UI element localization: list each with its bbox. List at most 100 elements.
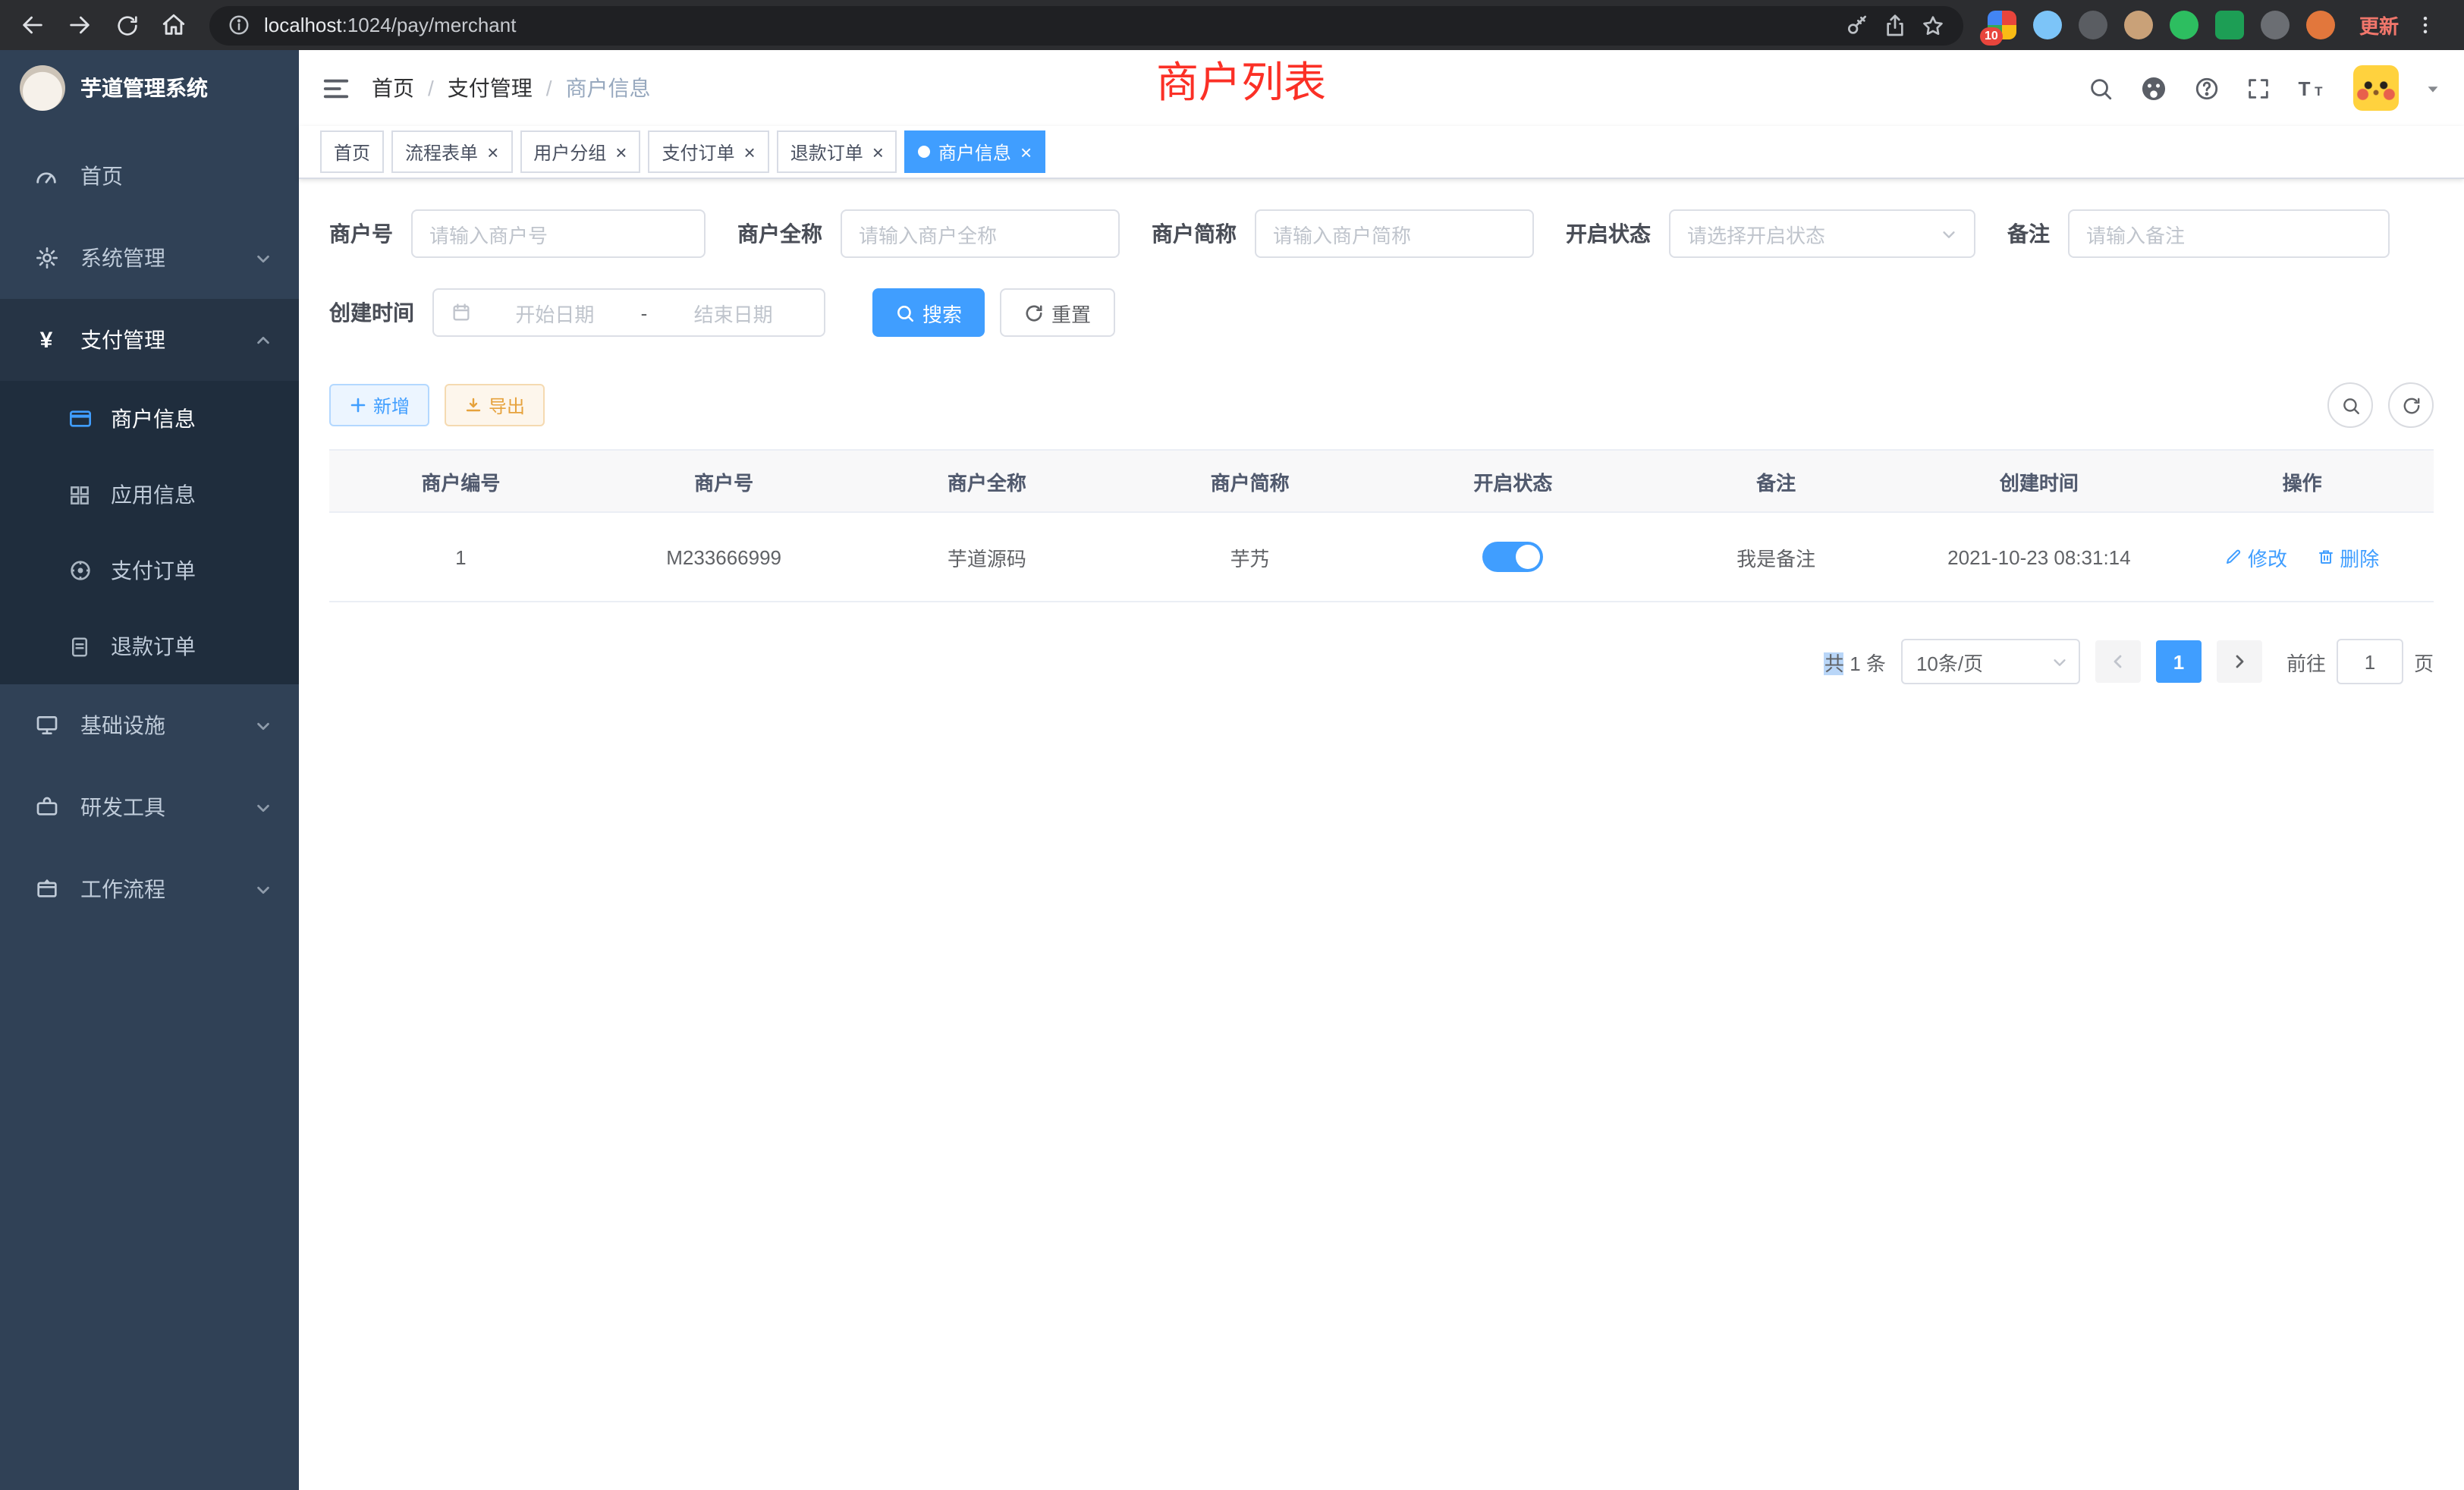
reset-button[interactable]: 重置 <box>1000 288 1115 337</box>
extension-avatar-icon[interactable] <box>2124 11 2153 39</box>
github-icon[interactable] <box>2139 74 2168 102</box>
pagination: 共 1 条 10条/页 1 <box>329 639 2434 684</box>
next-page-button[interactable] <box>2217 640 2262 683</box>
extension-green-square-icon[interactable] <box>2215 11 2244 39</box>
page-size-select[interactable]: 10条/页 <box>1901 639 2080 684</box>
tab-label: 支付订单 <box>662 139 734 165</box>
tab-merchant-info[interactable]: 商户信息 × <box>905 130 1045 173</box>
export-button[interactable]: 导出 <box>445 384 545 426</box>
edit-link[interactable]: 修改 <box>2225 542 2287 571</box>
sidebar-item-system[interactable]: 系统管理 <box>0 217 299 299</box>
browser-toolbar: localhost:1024/pay/merchant 10 更新 <box>0 0 2464 50</box>
remark-input[interactable]: 请输入备注 <box>2068 209 2390 258</box>
extension-dark-icon[interactable] <box>2079 11 2107 39</box>
tab-user-group[interactable]: 用户分组 × <box>520 130 640 173</box>
add-button[interactable]: 新增 <box>329 384 429 426</box>
toggle-search-button[interactable] <box>2327 382 2373 428</box>
share-icon[interactable] <box>1883 13 1907 37</box>
sidebar-item-dev-tools[interactable]: 研发工具 <box>0 766 299 848</box>
merchant-no-input[interactable]: 请输入商户号 <box>411 209 706 258</box>
column-header: 备注 <box>1645 450 1908 512</box>
bookmark-star-icon[interactable] <box>1921 13 1945 37</box>
user-avatar[interactable] <box>2353 65 2399 111</box>
svg-text:T: T <box>2315 83 2323 98</box>
app-title: 芋道管理系统 <box>80 73 208 103</box>
sidebar: 芋道管理系统 首页 系统管理 <box>0 50 299 1490</box>
tab-refund-orders[interactable]: 退款订单 × <box>777 130 897 173</box>
font-size-icon[interactable]: TT <box>2297 75 2327 101</box>
date-range-picker[interactable]: 开始日期 - 结束日期 <box>432 288 825 337</box>
credit-card-icon <box>67 407 93 431</box>
search-icon[interactable] <box>2088 75 2114 101</box>
merchant-short-input[interactable]: 请输入商户简称 <box>1255 209 1534 258</box>
extension-profile-icon[interactable] <box>2306 11 2335 39</box>
cell-remark: 我是备注 <box>1645 512 1908 602</box>
merchant-no-label: 商户号 <box>329 218 393 249</box>
active-dot-icon <box>919 146 931 158</box>
sidebar-item-app-info[interactable]: 应用信息 <box>0 457 299 533</box>
calendar-icon <box>451 302 472 323</box>
sidebar-item-label: 研发工具 <box>80 792 234 822</box>
merchant-table: 商户编号 商户号 商户全称 商户简称 开启状态 备注 创建时间 操作 1 <box>329 449 2434 602</box>
sidebar-item-merchant-info[interactable]: 商户信息 <box>0 381 299 457</box>
sidebar-toggle-icon[interactable] <box>322 74 350 102</box>
close-icon[interactable]: × <box>744 142 756 162</box>
delete-link[interactable]: 删除 <box>2317 542 2379 571</box>
sidebar-item-pay-orders[interactable]: 支付订单 <box>0 533 299 608</box>
end-date-placeholder: 结束日期 <box>659 298 807 327</box>
sidebar-item-payment[interactable]: ¥ 支付管理 <box>0 299 299 381</box>
close-icon[interactable]: × <box>487 142 498 162</box>
sidebar-menu: 首页 系统管理 ¥ 支付管理 <box>0 126 299 930</box>
extension-grid-icon[interactable]: 10 <box>1988 11 2016 39</box>
address-bar[interactable]: localhost:1024/pay/merchant <box>209 5 1963 45</box>
total-count: 共 1 条 <box>1824 647 1886 676</box>
extension-green-circle-icon[interactable] <box>2170 11 2198 39</box>
sidebar-item-infrastructure[interactable]: 基础设施 <box>0 684 299 766</box>
close-icon[interactable]: × <box>615 142 627 162</box>
fullscreen-icon[interactable] <box>2246 75 2271 101</box>
browser-menu-icon[interactable] <box>2405 5 2446 46</box>
prev-page-button[interactable] <box>2095 640 2141 683</box>
goto-page-input[interactable]: 1 <box>2337 639 2403 684</box>
breadcrumb-home[interactable]: 首页 <box>372 73 414 103</box>
column-header: 开启状态 <box>1381 450 1645 512</box>
password-key-icon[interactable] <box>1845 13 1869 37</box>
status-select[interactable]: 请选择开启状态 <box>1669 209 1975 258</box>
status-toggle[interactable] <box>1482 542 1543 572</box>
search-button[interactable]: 搜索 <box>872 288 985 337</box>
app-logo[interactable]: 芋道管理系统 <box>0 50 299 126</box>
extension-puzzle-icon[interactable] <box>2261 11 2290 39</box>
cell-merchant-short: 芋艿 <box>1118 512 1381 602</box>
home-icon[interactable] <box>153 5 194 46</box>
caret-down-icon[interactable] <box>2425 80 2441 96</box>
column-header: 商户编号 <box>329 450 592 512</box>
help-icon[interactable] <box>2194 75 2220 101</box>
extension-badge: 10 <box>1980 27 2003 46</box>
start-date-placeholder: 开始日期 <box>481 298 629 327</box>
close-icon[interactable]: × <box>1020 142 1032 162</box>
back-icon[interactable] <box>12 5 53 46</box>
reload-icon[interactable] <box>106 5 147 46</box>
merchant-name-input[interactable]: 请输入商户全称 <box>841 209 1120 258</box>
chevron-down-icon <box>255 717 272 734</box>
tab-pay-orders[interactable]: 支付订单 × <box>648 130 768 173</box>
sidebar-item-refund-orders[interactable]: 退款订单 <box>0 608 299 684</box>
site-info-icon[interactable] <box>228 14 250 36</box>
tab-home[interactable]: 首页 <box>320 130 384 173</box>
tags-view: 首页 流程表单 × 用户分组 × 支付订单 × 退款订单 × <box>299 126 2464 179</box>
refresh-button[interactable] <box>2388 382 2434 428</box>
page-size-value: 10条/页 <box>1916 647 1983 676</box>
close-icon[interactable]: × <box>872 142 884 162</box>
sidebar-item-workflow[interactable]: 工作流程 <box>0 848 299 930</box>
chevron-down-icon <box>2051 653 2068 670</box>
dashboard-icon <box>33 163 59 189</box>
chrome-update-button[interactable]: 更新 <box>2359 11 2399 39</box>
placeholder-text: 请输入备注 <box>2086 219 2185 248</box>
chevron-up-icon <box>255 332 272 348</box>
sidebar-item-home[interactable]: 首页 <box>0 135 299 217</box>
forward-icon[interactable] <box>59 5 100 46</box>
breadcrumb-payment[interactable]: 支付管理 <box>448 73 533 103</box>
page-number-button[interactable]: 1 <box>2156 640 2202 683</box>
tab-process-form[interactable]: 流程表单 × <box>391 130 512 173</box>
extension-drop-icon[interactable] <box>2033 11 2062 39</box>
